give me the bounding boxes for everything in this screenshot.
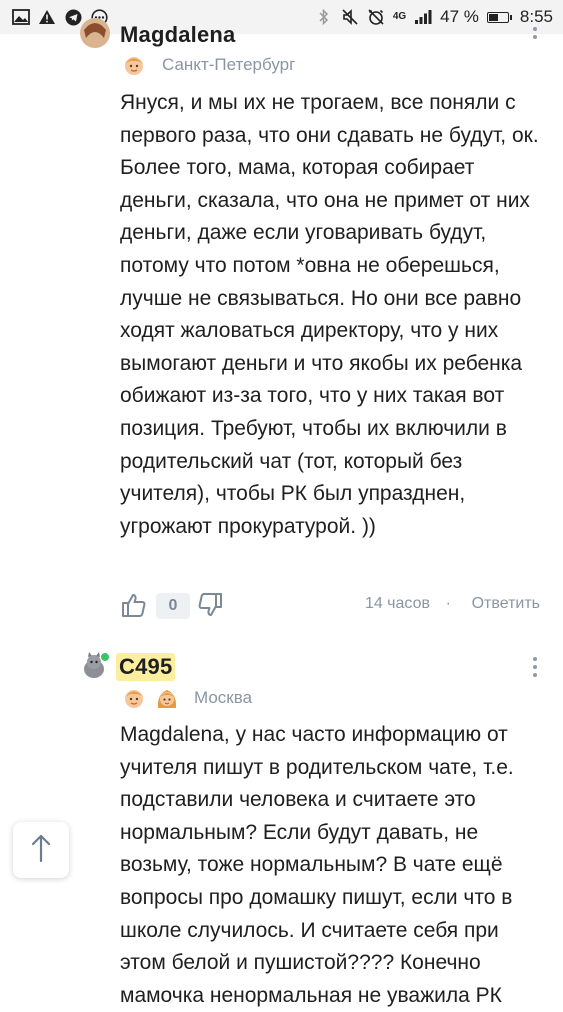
- online-status-dot: [100, 652, 110, 662]
- parent-girl-badge-icon: [155, 686, 179, 710]
- more-options-button[interactable]: [530, 657, 540, 677]
- arrow-up-icon: [30, 833, 52, 868]
- scroll-to-top-button[interactable]: [13, 822, 69, 878]
- author-city: Москва: [194, 688, 253, 707]
- comment: С495 Москва Magdalena, у нас часто инфор…: [0, 0, 563, 1007]
- parent-boy-badge-icon: [122, 686, 146, 710]
- comment-text: Magdalena, у нас часто информацию от учи…: [120, 723, 514, 1007]
- comment-author[interactable]: С495: [116, 653, 176, 681]
